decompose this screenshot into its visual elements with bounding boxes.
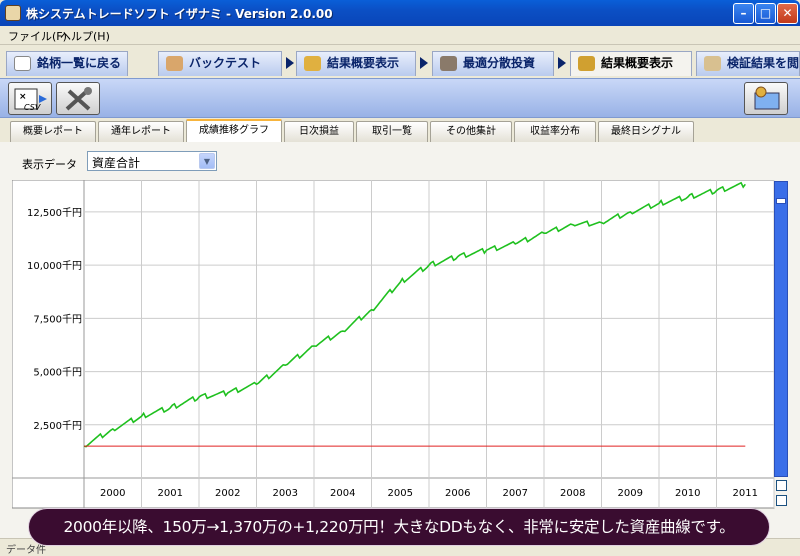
tab-label: 最適分散投資 [463, 56, 536, 70]
arrow-icon [286, 57, 294, 69]
tab-daily-pnl[interactable]: 日次損益 [284, 121, 354, 142]
x-tick-label: 2008 [560, 488, 585, 499]
close-button[interactable]: ✕ [777, 3, 798, 24]
menu-file[interactable]: ファイル(F) [8, 28, 67, 44]
wrench-screwdriver-icon [65, 87, 92, 111]
chart-coins-icon [578, 56, 595, 71]
tab-label: 銘柄一覧に戻る [37, 56, 122, 70]
svg-text:×: × [19, 92, 27, 102]
chart-scrollbar[interactable] [774, 181, 788, 477]
svg-text:CSV: CSV [24, 103, 41, 112]
tab-annual-report[interactable]: 通年レポート [98, 121, 184, 142]
x-tick-label: 2009 [618, 488, 643, 499]
title-bar[interactable]: 株システムトレードソフト イザナミ - Version 2.0.00 – □ ✕ [0, 0, 800, 26]
tab-label: 検証結果を閲 [727, 56, 800, 70]
coins-icon [304, 56, 321, 71]
caption-banner: 2000年以降、150万→1,370万の+1,220万円！大きなDDもなく、非常… [28, 508, 770, 546]
tab-summary-report[interactable]: 概要レポート [10, 121, 96, 142]
tab-last-day-signal[interactable]: 最終日シグナル [598, 121, 694, 142]
x-tick-label: 2001 [158, 488, 183, 499]
tab-back-to-stock-list[interactable]: 銘柄一覧に戻る [6, 51, 128, 76]
tab-other-stats[interactable]: その他集計 [430, 121, 512, 142]
bag-icon [166, 56, 183, 71]
arrow-icon [558, 57, 566, 69]
x-tick-label: 2007 [503, 488, 528, 499]
x-tick-label: 2003 [273, 488, 298, 499]
csv-export-icon: × CSV [14, 88, 47, 112]
tab-label: 結果概要表示 [327, 56, 400, 70]
toolbar: × CSV [0, 78, 800, 118]
x-tick-label: 2010 [675, 488, 700, 499]
display-data-label: 表示データ [22, 158, 77, 171]
app-logo-icon [5, 5, 21, 21]
equity-chart: 2,500千円 5,000千円 7,500千円 10,000千円 12,500千円 20… [12, 180, 775, 509]
export-csv-button[interactable]: × CSV [8, 82, 52, 115]
y-tick-label: 12,500千円 [27, 207, 82, 219]
tab-return-distribution[interactable]: 収益率分布 [514, 121, 596, 142]
display-data-select[interactable]: 資産合計 ▼ [87, 151, 217, 171]
x-tick-label: 2011 [733, 488, 758, 499]
calculator-icon [440, 56, 457, 71]
tab-result-summary-active[interactable]: 結果概要表示 [570, 51, 692, 76]
tab-trade-list[interactable]: 取引一覧 [356, 121, 428, 142]
tab-view-results[interactable]: 検証結果を閲 [696, 51, 800, 76]
minimize-button[interactable]: – [733, 3, 754, 24]
x-tick-label: 2000 [100, 488, 125, 499]
tab-performance-graph[interactable]: 成績推移グラフ [186, 119, 282, 142]
tab-optimal-portfolio[interactable]: 最適分散投資 [432, 51, 554, 76]
menu-help[interactable]: ヘルプ(H) [60, 28, 110, 44]
scrollbar-thumb[interactable] [776, 198, 786, 204]
chart-frame [12, 180, 775, 509]
y-tick-label: 7,500千円 [33, 313, 82, 325]
graph-panel: 表示データ 資産合計 ▼ 2,500千円 5,000千円 7,500千円 10,000… [0, 142, 800, 556]
tab-result-summary[interactable]: 結果概要表示 [296, 51, 416, 76]
y-tick-label: 10,000千円 [27, 260, 82, 272]
x-tick-label: 2006 [445, 488, 470, 499]
eye-icon [14, 56, 31, 71]
y-tick-label: 5,000千円 [33, 367, 82, 379]
x-tick-label: 2004 [330, 488, 355, 499]
maximize-button[interactable]: □ [755, 3, 776, 24]
window-title: 株システムトレードソフト イザナミ - Version 2.0.00 [26, 7, 333, 21]
arrow-icon [420, 57, 428, 69]
settings-tools-button[interactable] [56, 82, 100, 115]
sub-tab-bar: 概要レポート 通年レポート 成績推移グラフ 日次損益 取引一覧 その他集計 収益… [0, 118, 800, 142]
tab-backtest[interactable]: バックテスト [158, 51, 282, 76]
money-chart-icon [754, 86, 780, 110]
x-tick-label: 2002 [215, 488, 240, 499]
menu-bar: ファイル(F) ヘルプ(H) [0, 26, 800, 45]
export-chart-button[interactable] [744, 82, 788, 115]
dropdown-arrow-icon[interactable]: ▼ [199, 153, 215, 169]
option-checkbox-2[interactable] [776, 495, 787, 506]
x-tick-label: 2005 [388, 488, 413, 499]
app-window: 株システムトレードソフト イザナミ - Version 2.0.00 – □ ✕… [0, 0, 800, 556]
tab-label: バックテスト [189, 56, 262, 70]
notepad-icon [704, 56, 721, 71]
option-checkbox-1[interactable] [776, 480, 787, 491]
display-data-value: 資産合計 [92, 156, 141, 170]
main-tab-bar: 銘柄一覧に戻る バックテスト 結果概要表示 最適分散投資 結果概要表示 検証結果… [0, 46, 800, 78]
tab-label: 結果概要表示 [601, 56, 674, 70]
y-tick-label: 2,500千円 [33, 420, 82, 432]
